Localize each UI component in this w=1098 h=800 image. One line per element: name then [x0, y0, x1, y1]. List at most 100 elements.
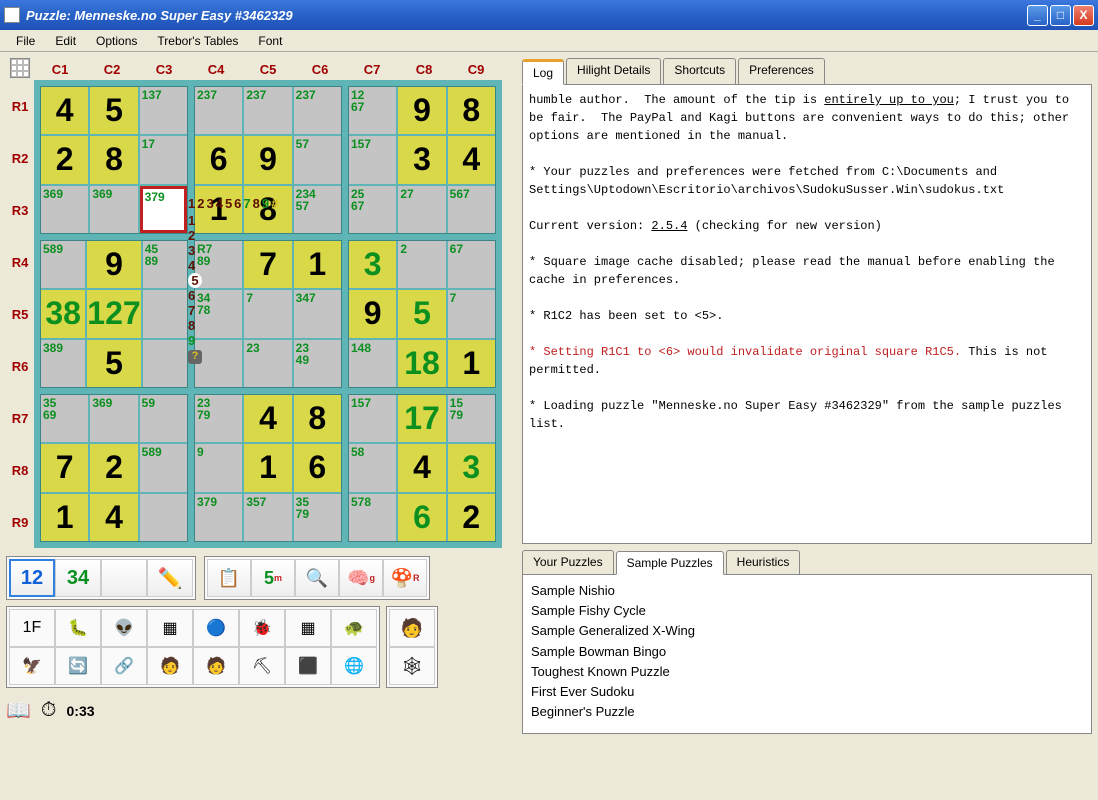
heuristic-icon-11[interactable]: 🧑 — [147, 647, 193, 685]
row-header[interactable]: R4 — [6, 236, 34, 288]
maximize-button[interactable]: □ — [1050, 5, 1071, 26]
cell-r4c9[interactable]: 67 — [448, 241, 495, 288]
minimize-button[interactable]: _ — [1027, 5, 1048, 26]
mode-12-button[interactable]: 12 — [9, 559, 55, 597]
row-header[interactable]: R5 — [6, 288, 34, 340]
heuristic-icon-13[interactable]: ⛏ — [239, 647, 285, 685]
cell-r4c1[interactable]: 589 — [41, 241, 85, 288]
cell-r2c7[interactable]: 157 — [349, 136, 396, 183]
cell-r2c9[interactable]: 4 — [448, 136, 495, 183]
cell-r6c2[interactable]: 5 — [87, 340, 140, 387]
cell-r8c7[interactable]: 58 — [349, 444, 396, 491]
hint-help-icon[interactable]: ? — [188, 350, 202, 364]
heuristic-icon-7[interactable]: 🐢 — [331, 609, 377, 647]
cell-r9c4[interactable]: 379 — [195, 494, 242, 541]
cell-r9c9[interactable]: 2 — [448, 494, 495, 541]
cell-r9c1[interactable]: 1 — [41, 494, 88, 541]
heuristic-icon-10[interactable]: 🔗 — [101, 647, 147, 685]
cell-r6c8[interactable]: 18 — [398, 340, 445, 387]
cell-r3c7[interactable]: 25 67 — [349, 186, 396, 233]
cell-r2c6[interactable]: 57 — [294, 136, 341, 183]
col-header[interactable]: C6 — [294, 58, 346, 80]
puzzle-list-item[interactable]: Sample Bowman Bingo — [529, 642, 1085, 662]
cell-r5c8[interactable]: 5 — [398, 290, 445, 337]
heuristic-icon-2[interactable]: 👽 — [101, 609, 147, 647]
cell-r8c8[interactable]: 4 — [398, 444, 445, 491]
col-header[interactable]: C1 — [34, 58, 86, 80]
person-icon[interactable]: 🧑 — [389, 609, 435, 647]
row-header[interactable]: R7 — [6, 392, 34, 444]
cell-r8c4[interactable]: 9 — [195, 444, 242, 491]
cell-r5c3[interactable] — [143, 290, 187, 337]
mushroom-icon[interactable]: 🍄R — [383, 559, 427, 597]
cell-r2c5[interactable]: 9 — [244, 136, 291, 183]
col-header[interactable]: C5 — [242, 58, 294, 80]
menu-file[interactable]: File — [6, 32, 45, 50]
cell-r1c1[interactable]: 4 — [41, 87, 88, 134]
cell-r4c7[interactable]: 3 — [349, 241, 396, 288]
col-header[interactable]: C3 — [138, 58, 190, 80]
stopwatch-icon[interactable]: ⏱ — [41, 699, 57, 722]
cell-r7c4[interactable]: 23 79 — [195, 395, 242, 442]
row-header[interactable]: R1 — [6, 80, 34, 132]
checklist-icon[interactable]: 📋 — [207, 559, 251, 597]
cell-r3c8[interactable]: 27 — [398, 186, 445, 233]
cell-r5c7[interactable]: 9 — [349, 290, 396, 337]
cell-r9c7[interactable]: 578 — [349, 494, 396, 541]
cell-r3c1[interactable]: 369 — [41, 186, 88, 233]
cell-r4c2[interactable]: 9 — [87, 241, 140, 288]
cell-r1c4[interactable]: 237 — [195, 87, 242, 134]
grid-toggle-icon[interactable] — [6, 58, 34, 80]
cell-r2c8[interactable]: 3 — [398, 136, 445, 183]
heuristic-icon-1[interactable]: 🐛 — [55, 609, 101, 647]
heuristic-icon-14[interactable]: ⬛ — [285, 647, 331, 685]
cell-r8c3[interactable]: 589 — [140, 444, 187, 491]
cell-r1c7[interactable]: 12 67 — [349, 87, 396, 134]
cell-r8c5[interactable]: 1 — [244, 444, 291, 491]
cell-r4c8[interactable]: 2 — [398, 241, 445, 288]
mode-34-button[interactable]: 34 — [55, 559, 101, 597]
tab-your-puzzles[interactable]: Your Puzzles — [522, 550, 614, 574]
cell-r1c2[interactable]: 5 — [90, 87, 137, 134]
cell-r6c3[interactable] — [143, 340, 187, 387]
puzzle-list-item[interactable]: Toughest Known Puzzle — [529, 662, 1085, 682]
web-icon[interactable]: 🕸 — [389, 647, 435, 685]
puzzle-list-item[interactable]: Sample Nishio — [529, 581, 1085, 601]
cell-r7c5[interactable]: 4 — [244, 395, 291, 442]
puzzle-list-item[interactable]: Beginner's Puzzle — [529, 702, 1085, 722]
cell-r6c6[interactable]: 23 49 — [294, 340, 341, 387]
cell-r9c8[interactable]: 6 — [398, 494, 445, 541]
cell-r7c6[interactable]: 8 — [294, 395, 341, 442]
cell-r1c3[interactable]: 137 — [140, 87, 187, 134]
row-header[interactable]: R3 — [6, 184, 34, 236]
pencil-icon[interactable]: ✏️ — [147, 559, 193, 597]
row-header[interactable]: R8 — [6, 444, 34, 496]
heuristic-icon-15[interactable]: 🌐 — [331, 647, 377, 685]
cell-r9c2[interactable]: 4 — [90, 494, 137, 541]
cell-r4c3[interactable]: 45 89 — [143, 241, 187, 288]
col-header[interactable]: C7 — [346, 58, 398, 80]
cell-r3c3[interactable]: 379 — [140, 186, 187, 233]
menu-options[interactable]: Options — [86, 32, 147, 50]
row-header[interactable]: R9 — [6, 496, 34, 548]
cell-r8c6[interactable]: 6 — [294, 444, 341, 491]
tab-log[interactable]: Log — [522, 59, 564, 85]
puzzle-list-item[interactable]: First Ever Sudoku — [529, 682, 1085, 702]
heuristic-icon-8[interactable]: 🦅 — [9, 647, 55, 685]
menu-font[interactable]: Font — [248, 32, 292, 50]
cell-r6c9[interactable]: 1 — [448, 340, 495, 387]
heuristic-icon-4[interactable]: 🔵 — [193, 609, 239, 647]
puzzle-list-item[interactable]: Sample Generalized X-Wing — [529, 621, 1085, 641]
tab-sample-puzzles[interactable]: Sample Puzzles — [616, 551, 724, 575]
menu-edit[interactable]: Edit — [45, 32, 86, 50]
cell-r1c6[interactable]: 237 — [294, 87, 341, 134]
puzzle-list-item[interactable]: Sample Fishy Cycle — [529, 601, 1085, 621]
close-button[interactable]: X — [1073, 5, 1094, 26]
cell-r5c1[interactable]: 38 — [41, 290, 85, 337]
tab-hilight[interactable]: Hilight Details — [566, 58, 661, 84]
menu-trebors-tables[interactable]: Trebor's Tables — [147, 32, 248, 50]
col-header[interactable]: C2 — [86, 58, 138, 80]
cell-r2c2[interactable]: 8 — [90, 136, 137, 183]
cell-r9c5[interactable]: 357 — [244, 494, 291, 541]
cell-r1c8[interactable]: 9 — [398, 87, 445, 134]
